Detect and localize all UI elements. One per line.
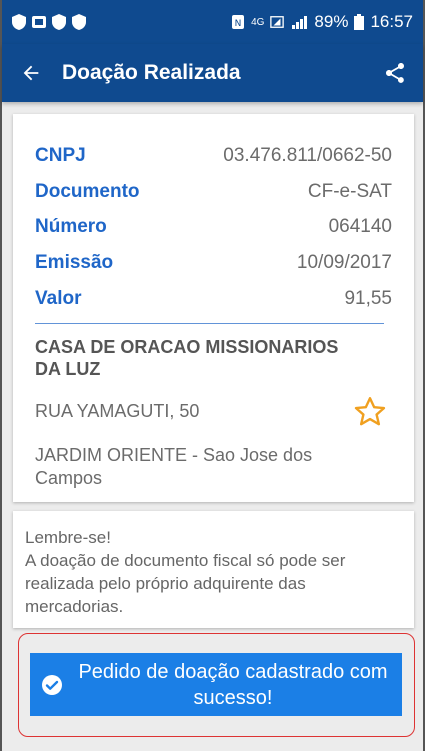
page-title: Doação Realizada — [62, 61, 241, 84]
svg-text:N: N — [235, 19, 242, 29]
status-left-icons — [12, 14, 86, 30]
reminder-text: A doação de documento fiscal só pode ser… — [25, 551, 346, 616]
success-toast: Pedido de doação cadastrado com sucesso! — [30, 653, 402, 716]
organization-city: JARDIM ORIENTE - Sao Jose dos Campos — [35, 444, 313, 488]
check-circle-icon — [42, 674, 62, 695]
organization-name: CASA DE ORACAO MISSIONARIOS DA LUZ — [35, 336, 339, 379]
shield-icon — [12, 14, 26, 30]
shield-icon — [52, 14, 66, 30]
detail-value: 03.476.811/0662-50 — [223, 144, 392, 166]
detail-label: Emissão — [35, 252, 114, 274]
divider — [35, 322, 384, 324]
gallery-icon — [32, 16, 46, 28]
share-button[interactable] — [367, 44, 423, 102]
detail-row-documento: Documento CF-e-SAT — [35, 174, 392, 210]
arrow-left-icon — [23, 65, 39, 81]
detail-row-cnpj: CNPJ 03.476.811/0662-50 — [35, 138, 392, 174]
detail-row-emissao: Emissão 10/09/2017 — [35, 245, 392, 281]
signal-icon — [292, 16, 308, 29]
favorite-button[interactable] — [350, 392, 390, 432]
nfc-icon: N — [232, 15, 245, 29]
battery-icon — [354, 14, 365, 30]
detail-row-numero: Número 064140 — [35, 210, 392, 246]
shield-icon — [72, 14, 86, 30]
detail-label: CNPJ — [35, 144, 86, 166]
address-row: RUA YAMAGUTI, 50 — [35, 392, 392, 432]
toast-message: Pedido de doação cadastrado com sucesso! — [78, 660, 388, 709]
toast-icon-wrap — [30, 673, 70, 697]
clock: 16:57 — [370, 12, 413, 31]
detail-value: 91,55 — [344, 288, 392, 310]
reminder-title: Lembre-se! — [25, 528, 111, 547]
organization-address: RUA YAMAGUTI, 50 — [35, 401, 200, 422]
detail-value: 10/09/2017 — [296, 252, 392, 274]
battery-percent: 89% — [314, 12, 349, 31]
app-bar: Doação Realizada — [2, 44, 423, 102]
detail-value: 064140 — [328, 216, 392, 238]
reminder-card: Lembre-se! A doação de documento fiscal … — [13, 511, 414, 628]
detail-value: CF-e-SAT — [307, 180, 392, 202]
wifi-call-icon — [270, 16, 285, 28]
detail-label: Número — [35, 216, 107, 238]
share-icon — [386, 63, 404, 83]
status-bar: N 4G 89% 16:57 — [2, 0, 423, 44]
network-type: 4G — [251, 16, 265, 28]
status-right-icons: N 4G 89% 16:57 — [231, 12, 413, 32]
back-button[interactable] — [2, 44, 60, 102]
star-outline-icon — [354, 396, 386, 426]
detail-label: Valor — [35, 288, 82, 310]
phone-screen: N 4G 89% 16:57 Doação Realizada CNPJ 03.… — [0, 0, 425, 751]
receipt-details-card: CNPJ 03.476.811/0662-50 Documento CF-e-S… — [13, 114, 414, 502]
detail-row-valor: Valor 91,55 — [35, 281, 392, 317]
detail-label: Documento — [35, 180, 140, 202]
